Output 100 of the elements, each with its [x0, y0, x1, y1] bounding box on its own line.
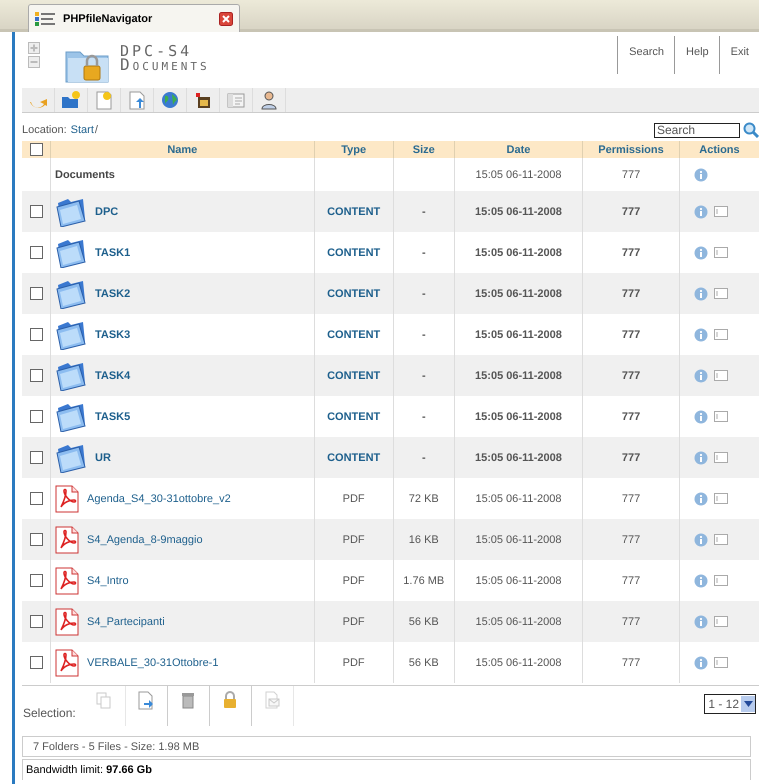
folder-link[interactable]: TASK3	[95, 328, 130, 340]
picture-icon[interactable]	[193, 90, 213, 110]
file-link[interactable]: S4_Intro	[87, 574, 129, 586]
date-text: 15:05 06-11-2008	[475, 328, 562, 340]
folder-link[interactable]: TASK5	[95, 410, 130, 422]
file-size: -	[422, 206, 426, 218]
folder-link[interactable]: UR	[95, 452, 111, 464]
pdf-file-icon	[55, 566, 79, 594]
file-size: -	[422, 452, 426, 464]
date-text: 15:05 06-11-2008	[475, 168, 562, 180]
rectangle-icon[interactable]	[714, 288, 728, 299]
file-list-icon	[35, 12, 57, 26]
checkbox[interactable]	[30, 492, 42, 505]
column-header[interactable]: Type	[314, 141, 394, 158]
app-title: DPC-S4	[120, 44, 192, 58]
browser-tab[interactable]: PHPfileNavigator	[28, 4, 240, 32]
date-text: 15:05 06-11-2008	[475, 452, 562, 464]
rectangle-icon[interactable]	[714, 534, 728, 545]
permissions-text: 777	[622, 616, 640, 628]
checkbox[interactable]	[30, 533, 42, 546]
type-label: PDF	[342, 574, 365, 586]
rectangle-icon[interactable]	[714, 411, 728, 422]
column-header[interactable]: Name	[50, 141, 314, 158]
date-text: 15:05 06-11-2008	[475, 206, 562, 218]
column-header[interactable]: Date	[454, 141, 583, 158]
rectangle-icon[interactable]	[714, 575, 728, 586]
rectangle-icon[interactable]	[714, 452, 728, 463]
date-text: 15:05 06-11-2008	[475, 534, 562, 546]
rectangle-icon[interactable]	[714, 657, 728, 668]
permissions-text: 777	[622, 168, 640, 180]
folder-link[interactable]: DPC	[95, 206, 118, 218]
file-link[interactable]: S4_Partecipanti	[87, 616, 165, 628]
checkbox[interactable]	[30, 369, 42, 382]
folder-star-icon[interactable]	[61, 90, 81, 110]
info-icon[interactable]	[694, 574, 708, 588]
info-icon[interactable]	[694, 246, 708, 260]
info-icon[interactable]	[694, 368, 708, 382]
rectangle-icon[interactable]	[714, 493, 728, 504]
summary-text: 7 Folders - 5 Files - Size: 1.98 MB	[22, 736, 751, 757]
file-size: 72 KB	[408, 492, 439, 504]
checkbox[interactable]	[30, 205, 42, 218]
info-icon[interactable]	[694, 492, 708, 506]
location-label: Location:	[22, 124, 67, 136]
type-label: CONTENT	[327, 452, 380, 464]
new-file-icon[interactable]	[94, 90, 114, 110]
expand-collapse-icon[interactable]	[28, 42, 40, 68]
column-header[interactable]: Permissions	[582, 141, 680, 158]
file-size: -	[422, 288, 426, 300]
checkbox[interactable]	[30, 615, 42, 628]
path-separator: /	[94, 124, 98, 136]
nav-link[interactable]: Help	[674, 36, 719, 74]
checkbox[interactable]	[30, 451, 42, 464]
info-icon[interactable]	[694, 286, 708, 300]
info-icon[interactable]	[694, 410, 708, 424]
permissions-text: 777	[622, 492, 640, 504]
globe-icon[interactable]	[160, 90, 180, 110]
search-icon[interactable]	[743, 122, 759, 138]
column-header[interactable]: Actions	[679, 141, 759, 158]
info-icon[interactable]	[694, 532, 708, 546]
file-link[interactable]: Agenda_S4_30-31ottobre_v2	[87, 492, 231, 504]
nav-link[interactable]: Search	[617, 36, 674, 74]
type-label: CONTENT	[327, 370, 380, 382]
upload-file-icon[interactable]	[127, 90, 147, 110]
file-link[interactable]: VERBALE_30-31Ottobre-1	[87, 656, 218, 668]
info-icon[interactable]	[694, 204, 708, 218]
select-all-checkbox[interactable]	[30, 143, 42, 156]
permissions-text: 777	[622, 206, 640, 218]
nav-link[interactable]: Exit	[718, 36, 759, 74]
user-icon[interactable]	[259, 90, 279, 110]
info-icon[interactable]	[694, 614, 708, 628]
checkbox[interactable]	[30, 287, 42, 300]
checkbox[interactable]	[30, 328, 42, 341]
rectangle-icon[interactable]	[714, 247, 728, 258]
rectangle-icon[interactable]	[714, 616, 728, 627]
info-icon[interactable]	[694, 450, 708, 464]
rectangle-icon[interactable]	[714, 370, 728, 381]
search-field[interactable]: Search	[654, 122, 740, 138]
folder-link[interactable]: TASK2	[95, 288, 130, 300]
rectangle-icon[interactable]	[714, 206, 728, 217]
bandwidth-text: Bandwidth limit: 97.66 Gb	[22, 759, 751, 780]
checkbox[interactable]	[30, 656, 42, 669]
pdf-file-icon	[55, 608, 79, 636]
file-link[interactable]: S4_Agenda_8-9maggio	[87, 534, 203, 546]
breadcrumb-link[interactable]: Start	[70, 124, 94, 136]
checkbox[interactable]	[30, 574, 42, 587]
rectangle-icon[interactable]	[714, 329, 728, 340]
permissions-text: 777	[622, 370, 640, 382]
info-icon[interactable]	[694, 328, 708, 342]
info-icon[interactable]	[694, 656, 708, 670]
page-select[interactable]: 1 - 12	[704, 694, 756, 714]
info-icon[interactable]	[694, 168, 708, 182]
type-label: PDF	[342, 616, 365, 628]
close-icon[interactable]	[219, 12, 233, 26]
folder-icon	[55, 360, 87, 390]
folder-link[interactable]: TASK4	[95, 370, 130, 382]
checkbox[interactable]	[30, 410, 42, 423]
checkbox[interactable]	[30, 246, 42, 259]
folder-link[interactable]: TASK1	[95, 246, 130, 258]
column-header[interactable]: Size	[393, 141, 454, 158]
dropdown-arrow-icon[interactable]	[744, 701, 752, 707]
